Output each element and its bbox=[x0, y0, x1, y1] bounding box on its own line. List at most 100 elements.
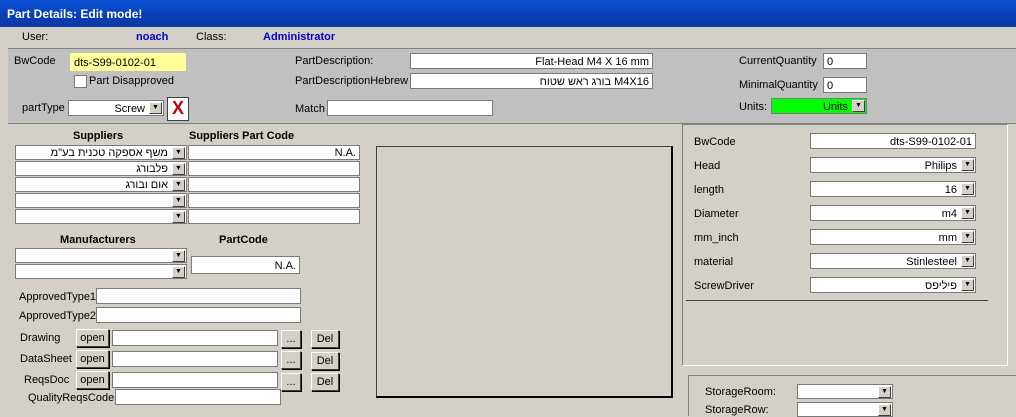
drawing-label: Drawing bbox=[20, 332, 61, 344]
manufacturer-select-2[interactable]: ▼ bbox=[15, 264, 187, 279]
diameter-attr-label: Diameter bbox=[694, 208, 739, 220]
chevron-down-icon[interactable]: ▼ bbox=[172, 147, 185, 159]
chevron-down-icon[interactable]: ▼ bbox=[172, 211, 185, 223]
bwcode-label: BwCode bbox=[14, 55, 56, 67]
user-value: noach bbox=[136, 31, 169, 43]
supplier-name: אום ובורג bbox=[125, 179, 168, 191]
reqsdoc-del-button[interactable]: Del bbox=[311, 373, 339, 391]
approvedtype2-label: ApprovedType2 bbox=[19, 310, 97, 322]
match-label: Match bbox=[295, 103, 325, 115]
length-attr-value: 16 bbox=[944, 184, 957, 196]
window-titlebar: Part Details: Edit mode! bbox=[0, 0, 1016, 27]
approvedtype1-label: ApprovedType1 bbox=[19, 291, 97, 303]
minimalquantity-label: MinimalQuantity bbox=[739, 79, 818, 91]
match-field[interactable] bbox=[327, 100, 493, 116]
mminch-attr-field[interactable]: mm ▼ bbox=[810, 229, 976, 245]
chevron-down-icon[interactable]: ▼ bbox=[961, 207, 974, 219]
chevron-down-icon[interactable]: ▼ bbox=[172, 250, 185, 262]
chevron-down-icon[interactable]: ▼ bbox=[961, 255, 974, 267]
reqsdoc-open-button[interactable]: open bbox=[76, 371, 109, 389]
supplier-partcode-field[interactable] bbox=[188, 209, 360, 224]
mminch-attr-label: mm_inch bbox=[694, 232, 739, 244]
chevron-down-icon[interactable]: ▼ bbox=[149, 102, 162, 114]
class-label: Class: bbox=[196, 31, 227, 43]
approvedtype2-field[interactable] bbox=[96, 307, 301, 323]
class-value: Administrator bbox=[263, 31, 336, 43]
part-disapproved-checkbox[interactable] bbox=[74, 75, 87, 88]
attributes-divider bbox=[686, 300, 988, 301]
partcode-field[interactable]: N.A. bbox=[191, 256, 300, 274]
currentquantity-field[interactable]: 0 bbox=[823, 53, 867, 69]
datasheet-label: DataSheet bbox=[20, 353, 72, 365]
bwcode-field[interactable]: dts-S99-0102-01 bbox=[70, 53, 186, 71]
units-value: Units bbox=[822, 101, 848, 113]
screwdriver-attr-field[interactable]: פיליפס ▼ bbox=[810, 277, 976, 293]
length-attr-field[interactable]: 16 ▼ bbox=[810, 181, 976, 197]
chevron-down-icon[interactable]: ▼ bbox=[961, 159, 974, 171]
storagerow-label: StorageRow: bbox=[705, 404, 769, 416]
datasheet-del-button[interactable]: Del bbox=[311, 352, 339, 370]
parttype-value: Screw bbox=[114, 103, 145, 115]
parttype-select[interactable]: Screw ▼ bbox=[68, 100, 164, 116]
material-attr-value: Stinlesteel bbox=[906, 256, 957, 268]
reqsdoc-path-field[interactable] bbox=[112, 372, 278, 388]
chevron-down-icon[interactable]: ▼ bbox=[878, 386, 891, 398]
mminch-attr-value: mm bbox=[938, 232, 957, 244]
screwdriver-attr-value: פיליפס bbox=[925, 280, 957, 292]
partdescription-label: PartDescription: bbox=[295, 55, 374, 67]
partdescription-hebrew-field[interactable]: בורג ראש שטוח M4X16 bbox=[410, 73, 653, 89]
part-disapproved-label: Part Disapproved bbox=[89, 75, 174, 87]
supplier-partcode-field[interactable] bbox=[188, 161, 360, 176]
qualityreqscode-label: QualityReqsCode bbox=[28, 392, 115, 404]
drawing-open-button[interactable]: open bbox=[76, 329, 109, 347]
material-attr-field[interactable]: Stinlesteel ▼ bbox=[810, 253, 976, 269]
manufacturers-header: Manufacturers bbox=[60, 234, 136, 246]
reqsdoc-label: ReqsDoc bbox=[24, 374, 70, 386]
parttype-label: partType bbox=[22, 102, 65, 114]
storageroom-select[interactable]: ▼ bbox=[797, 384, 893, 399]
units-label: Units: bbox=[739, 101, 768, 113]
chevron-down-icon[interactable]: ▼ bbox=[172, 266, 185, 278]
chevron-down-icon[interactable]: ▼ bbox=[852, 100, 865, 112]
supplier-select[interactable]: אום ובורג ▼ bbox=[15, 177, 187, 192]
qualityreqscode-field[interactable] bbox=[115, 389, 281, 405]
supplier-partcode-field[interactable] bbox=[188, 177, 360, 192]
bwcode-attr-label: BwCode bbox=[694, 136, 736, 148]
delete-x-icon[interactable]: X bbox=[167, 97, 189, 121]
manufacturer-select-1[interactable]: ▼ bbox=[15, 248, 187, 263]
chevron-down-icon[interactable]: ▼ bbox=[172, 195, 185, 207]
chevron-down-icon[interactable]: ▼ bbox=[878, 404, 891, 416]
datasheet-open-button[interactable]: open bbox=[76, 350, 109, 368]
datasheet-browse-button[interactable]: ... bbox=[281, 351, 301, 369]
supplier-select[interactable]: משף אספקה טכנית בע"מ ▼ bbox=[15, 145, 187, 160]
diameter-attr-field[interactable]: m4 ▼ bbox=[810, 205, 976, 221]
units-select[interactable]: Units ▼ bbox=[771, 98, 867, 114]
reqsdoc-browse-button[interactable]: ... bbox=[281, 373, 301, 391]
supplier-name: פלבורג bbox=[136, 163, 168, 175]
approvedtype1-field[interactable] bbox=[96, 288, 301, 304]
supplier-partcode-field[interactable]: N.A. bbox=[188, 145, 360, 160]
supplier-partcode-field[interactable] bbox=[188, 193, 360, 208]
drawing-browse-button[interactable]: ... bbox=[281, 330, 301, 348]
length-attr-label: length bbox=[694, 184, 724, 196]
bwcode-attr-field[interactable]: dts-S99-0102-01 bbox=[810, 133, 976, 149]
chevron-down-icon[interactable]: ▼ bbox=[172, 163, 185, 175]
supplier-select[interactable]: פלבורג ▼ bbox=[15, 161, 187, 176]
chevron-down-icon[interactable]: ▼ bbox=[961, 231, 974, 243]
partdescription-field[interactable]: Flat-Head M4 X 16 mm bbox=[410, 53, 653, 69]
supplier-name: משף אספקה טכנית בע"מ bbox=[50, 147, 168, 159]
supplier-select[interactable]: ▼ bbox=[15, 193, 187, 208]
datasheet-path-field[interactable] bbox=[112, 351, 278, 367]
chevron-down-icon[interactable]: ▼ bbox=[961, 279, 974, 291]
supplier-select[interactable]: ▼ bbox=[15, 209, 187, 224]
diameter-attr-value: m4 bbox=[941, 208, 957, 220]
chevron-down-icon[interactable]: ▼ bbox=[961, 183, 974, 195]
drawing-path-field[interactable] bbox=[112, 330, 278, 346]
drawing-del-button[interactable]: Del bbox=[311, 330, 339, 348]
chevron-down-icon[interactable]: ▼ bbox=[172, 179, 185, 191]
suppliers-header: Suppliers bbox=[73, 130, 124, 142]
storagerow-select[interactable]: ▼ bbox=[797, 402, 893, 417]
storageroom-label: StorageRoom: bbox=[705, 386, 776, 398]
minimalquantity-field[interactable]: 0 bbox=[823, 77, 867, 93]
head-attr-field[interactable]: Philips ▼ bbox=[810, 157, 976, 173]
